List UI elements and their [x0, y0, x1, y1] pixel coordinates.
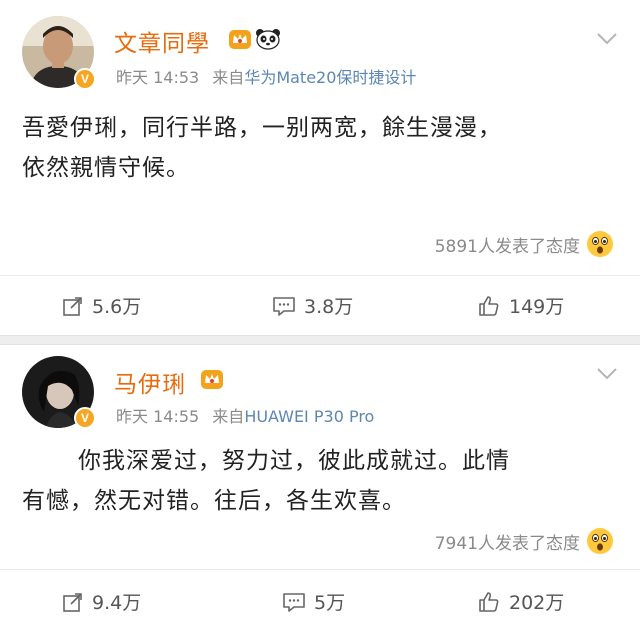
post-content-line: 依然親情守候。 [22, 155, 190, 181]
weibo-post: V 文章同學 昨天 14:53 来自华为Mate20保时捷设计 吾愛伊琍，同行半… [0, 0, 640, 335]
repost-icon [63, 592, 82, 612]
action-bar: 5.6万 3.8万 149万 [0, 292, 640, 322]
author-name[interactable]: 马伊琍 [114, 365, 186, 399]
post-separator [0, 335, 640, 345]
post-time: 昨天 14:55 [116, 407, 200, 426]
reaction-summary[interactable]: 5891人发表了态度 [435, 230, 614, 258]
like-button[interactable]: 202万 [477, 588, 564, 615]
like-count: 149万 [509, 296, 565, 318]
verified-badge-icon: V [74, 407, 96, 429]
repost-icon [63, 296, 82, 316]
comment-icon [273, 296, 295, 316]
post-meta: 昨天 14:55 来自HUAWEI P30 Pro [116, 403, 374, 427]
surprised-face-icon [587, 231, 613, 257]
divider [0, 569, 640, 570]
source-prefix: 来自 [212, 407, 245, 426]
weibo-post: V 马伊琍 昨天 14:55 来自HUAWEI P30 Pro 你我深爱过，努力… [0, 345, 640, 629]
crown-badge-icon [201, 370, 223, 389]
like-count: 202万 [509, 592, 565, 614]
surprised-face-icon [587, 528, 613, 554]
repost-count: 5.6万 [92, 296, 142, 318]
crown-badge-icon [229, 30, 251, 49]
repost-button[interactable]: 5.6万 [62, 292, 141, 319]
action-bar: 9.4万 5万 202万 [0, 588, 640, 618]
author-name[interactable]: 文章同學 [114, 24, 210, 58]
comment-button[interactable]: 5万 [282, 588, 345, 615]
comment-icon [283, 592, 305, 612]
thumbs-up-icon [479, 591, 499, 612]
comment-count: 3.8万 [304, 296, 354, 318]
post-time: 昨天 14:53 [116, 68, 200, 87]
chevron-down-icon[interactable] [596, 32, 618, 46]
reaction-count: 5891人发表了态度 [434, 236, 580, 257]
post-content: 吾愛伊琍，同行半路，一别两宽，餘生漫漫， 依然親情守候。 [22, 108, 622, 188]
divider [0, 275, 640, 276]
panda-icon [256, 29, 280, 50]
repost-count: 9.4万 [92, 592, 142, 614]
source-prefix: 来自 [212, 68, 245, 87]
post-source-link[interactable]: 华为Mate20保时捷设计 [244, 68, 416, 87]
post-content-line: 吾愛伊琍，同行半路，一别两宽，餘生漫漫， [22, 115, 502, 141]
verified-badge-icon: V [74, 68, 96, 90]
thumbs-up-icon [479, 295, 499, 316]
post-content-line: 有憾，然无对错。往后，各生欢喜。 [22, 488, 406, 514]
like-button[interactable]: 149万 [477, 292, 564, 319]
post-content-line: 你我深爱过，努力过，彼此成就过。此情 [78, 448, 510, 474]
chevron-down-icon[interactable] [596, 367, 618, 381]
reaction-summary[interactable]: 7941人发表了态度 [435, 527, 614, 555]
post-content: 你我深爱过，努力过，彼此成就过。此情 有憾，然无对错。往后，各生欢喜。 [22, 441, 622, 521]
comment-button[interactable]: 3.8万 [272, 292, 353, 319]
reaction-count: 7941人发表了态度 [434, 533, 580, 554]
post-source-link[interactable]: HUAWEI P30 Pro [244, 407, 374, 426]
repost-button[interactable]: 9.4万 [62, 588, 141, 615]
post-meta: 昨天 14:53 来自华为Mate20保时捷设计 [116, 64, 416, 88]
comment-count: 5万 [314, 592, 346, 614]
